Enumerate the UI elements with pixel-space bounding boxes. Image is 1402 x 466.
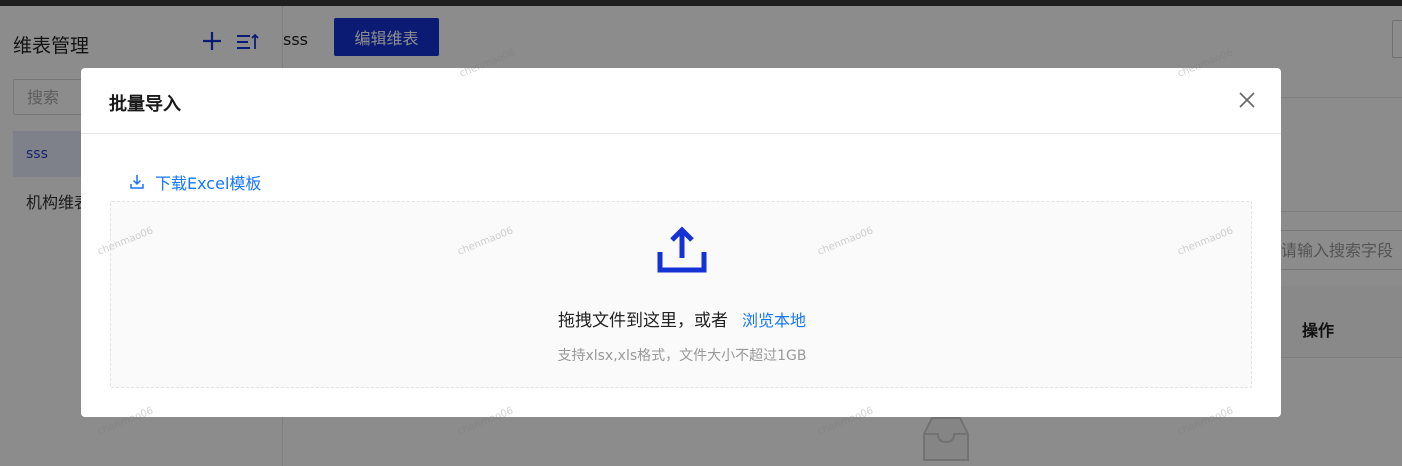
browse-local-link[interactable]: 浏览本地	[742, 311, 806, 330]
download-template-label: 下载Excel模板	[155, 174, 262, 193]
drop-text: 拖拽文件到这里，或者	[557, 311, 728, 331]
drop-instructions: 拖拽文件到这里，或者 浏览本地	[111, 306, 1253, 331]
upload-icon	[657, 226, 707, 273]
download-template-link[interactable]: 下载Excel模板	[129, 171, 261, 193]
modal-header: 批量导入	[81, 68, 1281, 134]
download-icon	[130, 175, 144, 189]
upload-dropzone[interactable]: 拖拽文件到这里，或者 浏览本地 支持xlsx,xls格式，文件大小不超过1GB	[110, 201, 1252, 388]
modal-title: 批量导入	[109, 94, 181, 115]
file-format-hint: 支持xlsx,xls格式，文件大小不超过1GB	[557, 348, 807, 364]
close-icon[interactable]	[1237, 90, 1257, 110]
batch-import-modal: 批量导入 下载Excel模板 拖拽文件到这里，或者 浏览本地 支持xlsx,xls…	[81, 68, 1281, 417]
